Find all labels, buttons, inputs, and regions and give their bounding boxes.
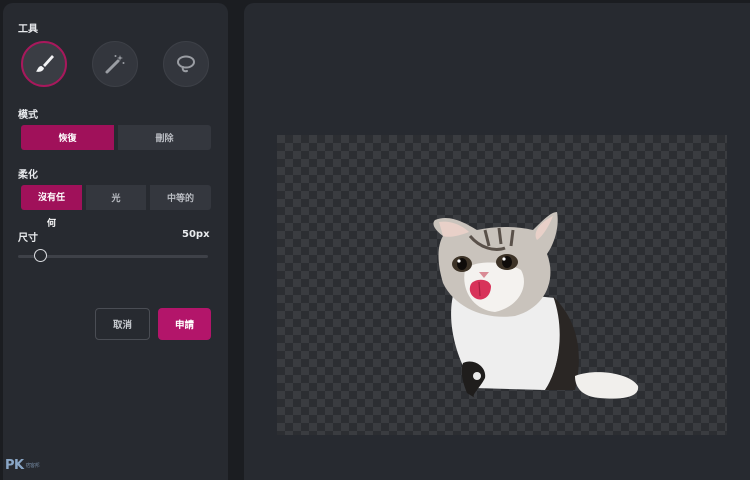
cancel-button[interactable]: 取消: [95, 308, 150, 340]
mode-restore-button[interactable]: 恢復: [21, 125, 114, 150]
watermark-brand: PK: [5, 458, 24, 473]
mode-delete-button[interactable]: 刪除: [118, 125, 211, 150]
mode-label: 模式: [18, 110, 38, 121]
softness-light-button[interactable]: 光: [86, 185, 146, 210]
softness-label: 柔化: [18, 170, 38, 181]
apply-button[interactable]: 申請: [158, 308, 211, 340]
brush-tool-button[interactable]: [21, 41, 67, 87]
tools-label: 工具: [18, 24, 38, 35]
watermark-logo: PK 痞客邦: [5, 458, 40, 473]
softness-none-button[interactable]: 沒有任何: [21, 185, 82, 229]
size-value: 50px: [182, 229, 210, 240]
lasso-tool-button[interactable]: [163, 41, 209, 87]
softness-none-label: 沒有任何: [37, 193, 65, 229]
magic-wand-tool-button[interactable]: [92, 41, 138, 87]
size-label: 尺寸: [18, 233, 38, 244]
watermark-sub: 痞客邦: [25, 463, 40, 469]
brush-icon: [36, 55, 54, 72]
magic-wand-icon: [105, 55, 125, 74]
cat-cutout-image[interactable]: [425, 208, 645, 408]
lasso-icon: [177, 55, 195, 73]
softness-medium-button[interactable]: 中等的: [150, 185, 211, 210]
